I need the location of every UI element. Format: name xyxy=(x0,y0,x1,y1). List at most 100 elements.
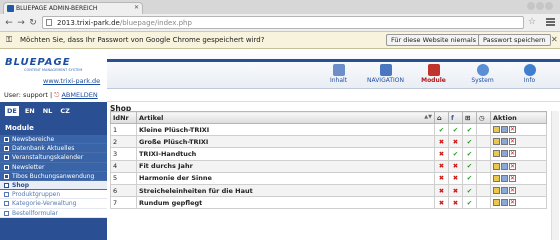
copy-icon[interactable] xyxy=(501,174,508,182)
row-article-name: TRIXI-Handtuch xyxy=(136,147,435,161)
delete-icon[interactable]: ✕ xyxy=(509,199,516,207)
header-label: Aktion xyxy=(493,113,517,122)
edit-icon[interactable] xyxy=(493,150,500,158)
status-facebook-cell[interactable]: ✖ xyxy=(448,171,463,185)
status-clock-cell[interactable] xyxy=(476,159,491,173)
delete-icon[interactable]: ✕ xyxy=(509,187,516,195)
table-row[interactable]: 1 Kleine Plüsch-TRIXI ✔ ✔ ✔ ✕ xyxy=(110,122,547,137)
status-clock-cell[interactable] xyxy=(476,122,491,137)
status-group-cell[interactable]: ✔ xyxy=(462,135,477,149)
delete-icon[interactable]: ✕ xyxy=(509,174,516,182)
edit-icon[interactable] xyxy=(493,187,500,195)
copy-icon[interactable] xyxy=(501,138,508,146)
home-col-icon[interactable]: ⌂ xyxy=(434,111,449,124)
copy-icon[interactable] xyxy=(501,126,508,134)
edit-icon[interactable] xyxy=(493,138,500,146)
status-clock-cell[interactable] xyxy=(476,183,491,198)
status-group-cell[interactable]: ✔ xyxy=(462,196,477,210)
edit-icon[interactable] xyxy=(493,199,500,207)
nav-info[interactable]: Info xyxy=(502,62,557,88)
edit-icon[interactable] xyxy=(493,174,500,182)
status-home-cell[interactable]: ✖ xyxy=(434,159,449,173)
clock-col-icon[interactable]: ◷ xyxy=(476,111,491,124)
reload-icon[interactable]: ↻ xyxy=(27,17,39,29)
status-group-cell[interactable]: ✔ xyxy=(462,159,477,173)
delete-icon[interactable]: ✕ xyxy=(509,162,516,170)
status-clock-cell[interactable] xyxy=(476,171,491,185)
group-col-icon[interactable]: ⊞ xyxy=(462,111,477,124)
copy-icon[interactable] xyxy=(501,162,508,170)
status-facebook-cell[interactable]: ✔ xyxy=(448,147,463,161)
minimize-icon[interactable] xyxy=(527,2,535,10)
lang-en[interactable]: EN xyxy=(23,106,37,116)
sidebar-item-kategorie[interactable]: Kategorie-Verwaltung xyxy=(0,199,107,209)
copy-icon[interactable] xyxy=(501,150,508,158)
table-row[interactable]: 4 Fit durchs Jahr ✖ ✖ ✔ ✕ xyxy=(110,159,547,173)
forward-icon[interactable]: → xyxy=(15,17,27,29)
status-home-cell[interactable]: ✖ xyxy=(434,171,449,185)
sidebar-item-newsletter[interactable]: Newsletter xyxy=(0,162,107,172)
status-home-cell[interactable]: ✖ xyxy=(434,183,449,198)
status-clock-cell[interactable] xyxy=(476,135,491,149)
table-row[interactable]: 2 Große Plüsch-TRIXI ✖ ✖ ✔ ✕ xyxy=(110,135,547,149)
sort-icon[interactable]: ▲▼ xyxy=(424,114,432,120)
row-article-name: Fit durchs Jahr xyxy=(136,159,435,173)
table-row[interactable]: 5 Harmonie der Sinne ✖ ✖ ✔ ✕ xyxy=(110,171,547,185)
browser-tab[interactable]: BLUEPAGE ADMIN-BEREICH ✕ xyxy=(3,2,143,14)
status-clock-cell[interactable] xyxy=(476,196,491,210)
close-window-icon[interactable] xyxy=(545,2,553,10)
nav-navigation[interactable]: NAVIGATION xyxy=(358,62,413,88)
tab-close-icon[interactable]: ✕ xyxy=(134,4,139,11)
close-bar-icon[interactable]: ✕ xyxy=(551,35,558,44)
copy-icon[interactable] xyxy=(501,187,508,195)
status-clock-cell[interactable] xyxy=(476,147,491,161)
status-group-cell[interactable]: ✔ xyxy=(462,147,477,161)
lang-nl[interactable]: NL xyxy=(41,106,55,116)
sidebar-item-produktgruppen[interactable]: Produktgruppen xyxy=(0,190,107,200)
sidebar-item-newsbereiche[interactable]: Newsbereiche xyxy=(0,135,107,145)
status-facebook-cell[interactable]: ✖ xyxy=(448,135,463,149)
chrome-menu-icon[interactable] xyxy=(546,18,555,27)
table-row[interactable]: 3 TRIXI-Handtuch ✖ ✔ ✔ ✕ xyxy=(110,147,547,161)
table-row[interactable]: 6 Streicheleinheiten für die Haut ✖ ✖ ✔ ✕ xyxy=(110,183,547,198)
site-link[interactable]: www.trixi-park.de xyxy=(43,77,100,85)
delete-icon[interactable]: ✕ xyxy=(509,138,516,146)
status-facebook-cell[interactable]: ✔ xyxy=(448,122,463,137)
nav-module[interactable]: Module xyxy=(406,62,461,88)
sidebar-item-shop[interactable]: Shop xyxy=(0,180,107,191)
maximize-icon[interactable] xyxy=(536,2,544,10)
never-save-button[interactable]: Für diese Website niemals xyxy=(386,34,482,46)
url-bar[interactable]: 2013.trixi-park.de/bluepage/index.php xyxy=(42,16,524,29)
status-facebook-cell[interactable]: ✖ xyxy=(448,159,463,173)
sidebar-item-tibos[interactable]: Tibos Buchungsanwendung xyxy=(0,171,107,181)
sidebar-item-datenbank[interactable]: Datenbank Aktuelles xyxy=(0,144,107,154)
delete-icon[interactable]: ✕ xyxy=(509,126,516,134)
status-facebook-cell[interactable]: ✖ xyxy=(448,183,463,198)
lang-cz[interactable]: CZ xyxy=(58,106,71,116)
bookmark-star-icon[interactable]: ☆ xyxy=(528,17,536,27)
status-group-cell[interactable]: ✔ xyxy=(462,183,477,198)
delete-icon[interactable]: ✕ xyxy=(509,150,516,158)
lang-de[interactable]: DE xyxy=(5,106,19,116)
status-home-cell[interactable]: ✖ xyxy=(434,147,449,161)
edit-icon[interactable] xyxy=(493,126,500,134)
status-home-cell[interactable]: ✖ xyxy=(434,196,449,210)
logout-link[interactable]: ABMELDEN xyxy=(61,91,97,99)
table-row[interactable]: 7 Rundum gepflegt ✖ ✖ ✔ ✕ xyxy=(110,196,547,210)
status-home-cell[interactable]: ✖ xyxy=(434,135,449,149)
status-home-cell[interactable]: ✔ xyxy=(434,122,449,137)
save-password-button[interactable]: Passwort speichern xyxy=(478,34,551,46)
edit-icon[interactable] xyxy=(493,162,500,170)
col-id-header[interactable]: IdNr xyxy=(110,111,137,124)
logout-icon[interactable]: ⎋ xyxy=(54,91,59,99)
status-group-cell[interactable]: ✔ xyxy=(462,171,477,185)
copy-icon[interactable] xyxy=(501,199,508,207)
sidebar-item-veranstaltungskalender[interactable]: Veranstaltungskalender xyxy=(0,153,107,163)
back-icon[interactable]: ← xyxy=(3,17,15,29)
scrollbar[interactable] xyxy=(551,111,559,240)
status-group-cell[interactable]: ✔ xyxy=(462,122,477,137)
status-facebook-cell[interactable]: ✖ xyxy=(448,196,463,210)
col-article-header[interactable]: Artikel ▲▼ xyxy=(136,111,435,124)
facebook-col-icon[interactable]: f xyxy=(448,111,463,124)
sidebar-item-bestellformular[interactable]: Bestellformular xyxy=(0,208,107,218)
